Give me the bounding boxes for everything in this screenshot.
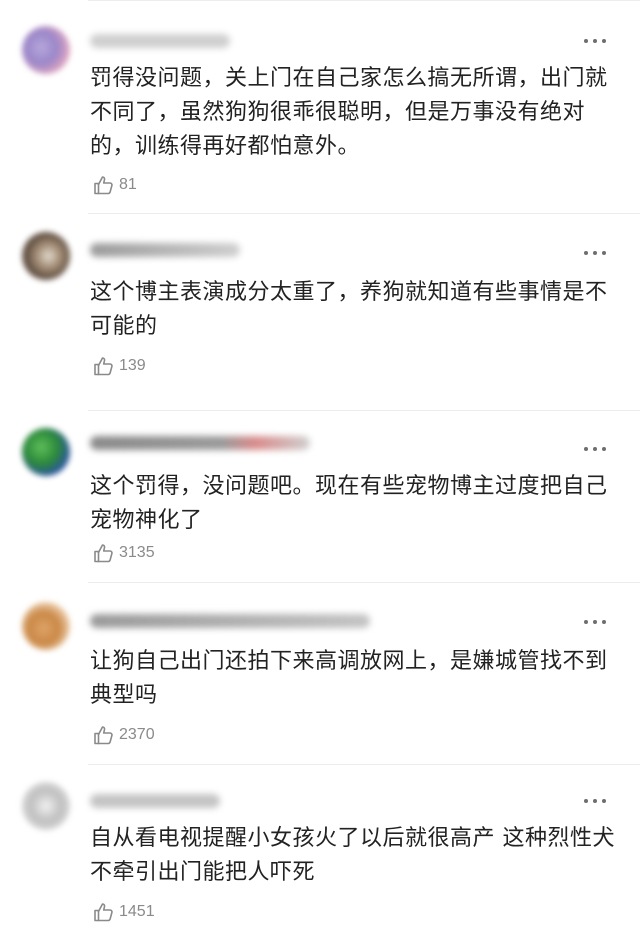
avatar[interactable] bbox=[22, 428, 70, 476]
thumbs-up-icon bbox=[94, 903, 113, 922]
thumbs-up-icon bbox=[94, 176, 113, 195]
comment-item: 用户 罚得没问题，关上门在自己家怎么搞无所谓，出门就不同了，虽然狗狗很乖很聪明，… bbox=[0, 0, 640, 213]
like-button[interactable]: 1451 bbox=[92, 899, 155, 925]
comment-text: 罚得没问题，关上门在自己家怎么搞无所谓，出门就不同了，虽然狗狗很乖很聪明，但是万… bbox=[90, 66, 608, 159]
username[interactable]: 用户 bbox=[90, 794, 220, 808]
avatar[interactable] bbox=[22, 602, 70, 650]
comment-item: 用户 这个罚得，没问题吧。现在有些宠物博主过度把自己宠物神化了 3135 bbox=[0, 410, 640, 582]
comment-item: 用户 让狗自己出门还拍下来高调放网上，是嫌城管找不到典型吗 2370 bbox=[0, 582, 640, 764]
like-count: 1451 bbox=[119, 903, 155, 920]
like-count: 2370 bbox=[119, 726, 155, 743]
username[interactable]: 用户 bbox=[90, 34, 230, 48]
comment-text: 这个罚得，没问题吧。现在有些宠物博主过度把自己宠物神化了 bbox=[90, 474, 608, 533]
like-count: 3135 bbox=[119, 544, 155, 561]
comment-text: 让狗自己出门还拍下来高调放网上，是嫌城管找不到典型吗 bbox=[90, 649, 608, 708]
comment-feed: 用户 罚得没问题，关上门在自己家怎么搞无所谓，出门就不同了，虽然狗狗很乖很聪明，… bbox=[0, 0, 640, 945]
like-button[interactable]: 139 bbox=[92, 353, 146, 379]
like-button[interactable]: 3135 bbox=[92, 540, 155, 566]
more-options-button[interactable] bbox=[584, 249, 606, 257]
more-options-button[interactable] bbox=[584, 37, 606, 45]
comment-item: 用户 自从看电视提醒小女孩火了以后就很高产 这种烈性犬不牵引出门能把人吓死 14… bbox=[0, 764, 640, 945]
thumbs-up-icon bbox=[94, 726, 113, 745]
like-count: 81 bbox=[119, 176, 137, 193]
comment-text: 自从看电视提醒小女孩火了以后就很高产 这种烈性犬不牵引出门能把人吓死 bbox=[90, 826, 615, 885]
username[interactable]: 用户 bbox=[90, 243, 240, 257]
avatar[interactable] bbox=[22, 782, 70, 830]
thumbs-up-icon bbox=[94, 357, 113, 376]
comment-text: 这个博主表演成分太重了，养狗就知道有些事情是不可能的 bbox=[90, 280, 608, 339]
like-count: 139 bbox=[119, 357, 146, 374]
avatar[interactable] bbox=[22, 232, 70, 280]
thumbs-up-icon bbox=[94, 544, 113, 563]
like-button[interactable]: 81 bbox=[92, 172, 137, 198]
more-options-button[interactable] bbox=[584, 445, 606, 453]
more-options-button[interactable] bbox=[584, 797, 606, 805]
avatar[interactable] bbox=[22, 26, 70, 74]
divider bbox=[88, 764, 640, 765]
divider bbox=[88, 582, 640, 583]
divider bbox=[88, 0, 640, 1]
divider bbox=[88, 213, 640, 214]
divider bbox=[88, 410, 640, 411]
more-options-button[interactable] bbox=[584, 618, 606, 626]
username[interactable]: 用户 bbox=[90, 614, 370, 628]
username[interactable]: 用户 bbox=[90, 436, 310, 450]
like-button[interactable]: 2370 bbox=[92, 722, 155, 748]
comment-item: 用户 这个博主表演成分太重了，养狗就知道有些事情是不可能的 139 bbox=[0, 213, 640, 410]
